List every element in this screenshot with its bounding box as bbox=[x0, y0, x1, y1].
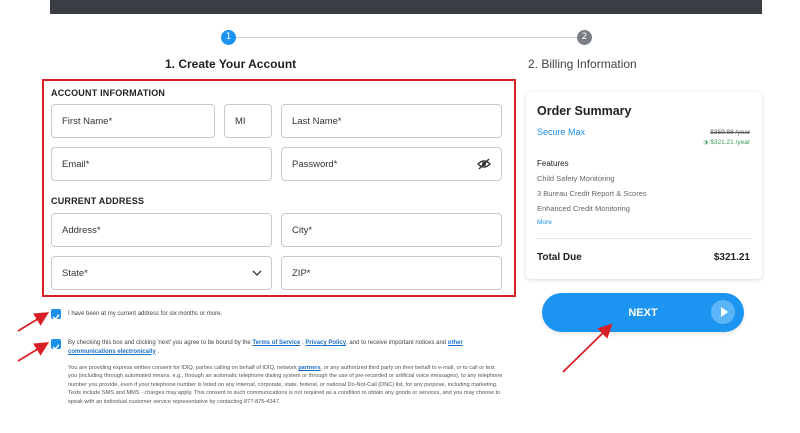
annotation-arrows bbox=[17, 312, 613, 373]
arrow-annotation bbox=[17, 342, 50, 362]
arrow-annotation bbox=[17, 312, 50, 332]
arrow-annotation bbox=[562, 323, 613, 373]
